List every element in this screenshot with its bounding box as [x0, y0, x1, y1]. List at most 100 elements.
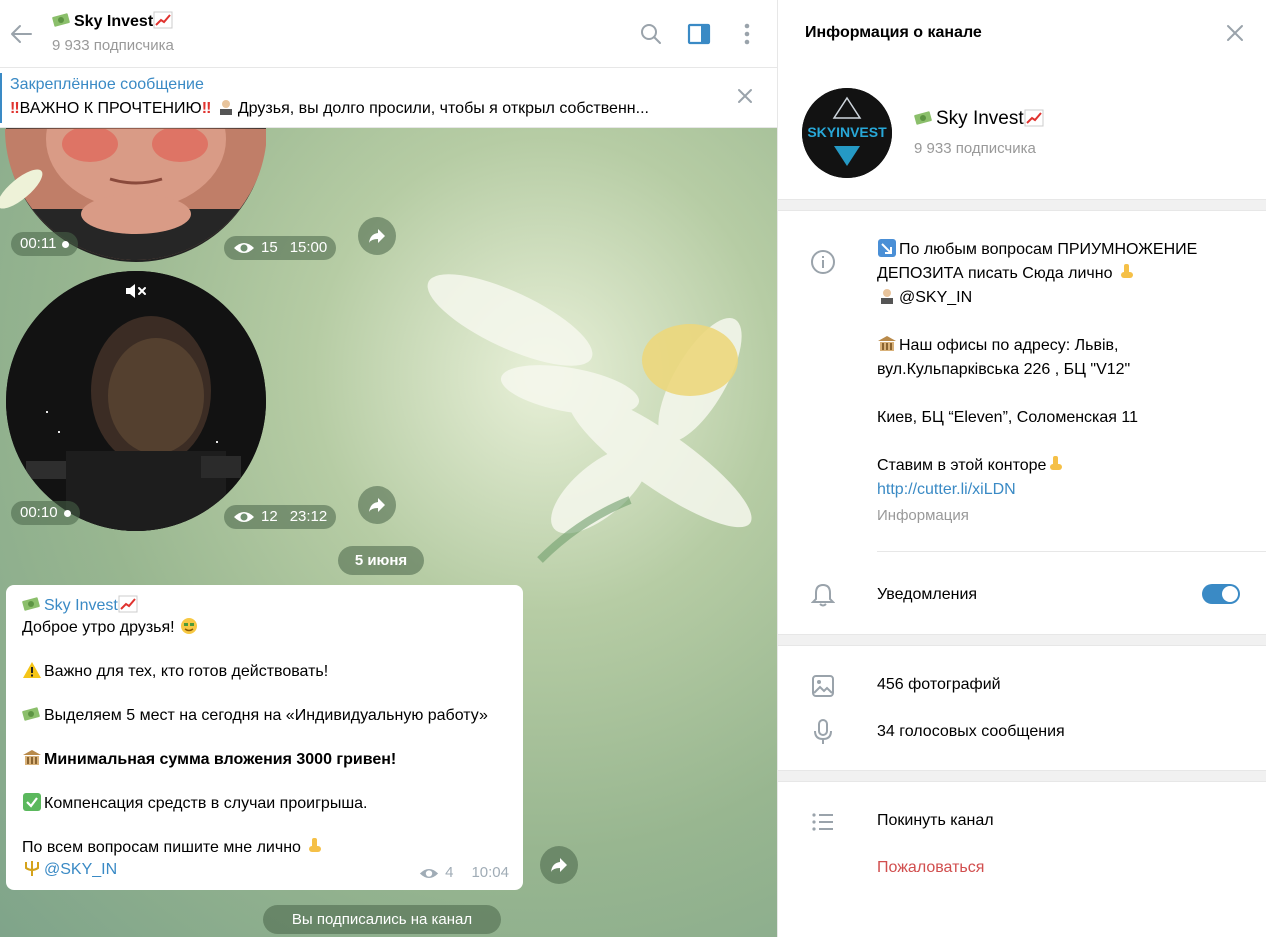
background-flower: [427, 274, 752, 563]
share-button-post[interactable]: [540, 846, 578, 884]
report-button[interactable]: Пожаловаться: [877, 859, 984, 877]
section-divider: [778, 770, 1266, 782]
leave-icon-wrap: [810, 809, 836, 835]
share-button-video-1[interactable]: [358, 217, 396, 255]
post-meta: 4 10:04: [419, 862, 509, 884]
info-header-title: Информация о канале: [805, 24, 982, 41]
video-1-meta: 15 15:00: [224, 236, 337, 260]
channel-post[interactable]: Sky Invest Доброе утро друзья! Важно для…: [6, 585, 523, 890]
description-line: Ставим в этой конторе: [877, 454, 1247, 478]
chat-title[interactable]: Sky Invest: [52, 11, 175, 31]
chart-up-emoji-icon: [153, 11, 173, 29]
close-icon: [1227, 25, 1243, 41]
post-line: Важно для тех, кто готов действовать!: [22, 661, 507, 683]
chart-up-emoji-icon: [118, 595, 138, 613]
money-emoji-icon: [914, 111, 932, 125]
description-line: Киев, БЦ “Eleven”, Соломенская 11: [877, 409, 1139, 426]
info-subscribers: 9 933 подписчика: [914, 140, 1036, 157]
back-arrow-icon: [11, 25, 32, 43]
section-divider: [778, 199, 1266, 211]
notifications-toggle[interactable]: [1202, 584, 1240, 604]
more-menu-button[interactable]: [732, 19, 762, 49]
photo-icon: [812, 675, 834, 697]
post-mention-link[interactable]: @SKY_IN: [44, 861, 117, 878]
back-button[interactable]: [6, 19, 36, 49]
description-mention[interactable]: @SKY_IN: [899, 289, 972, 306]
money-emoji-icon: [52, 13, 70, 27]
post-line: По всем вопросам пишите мне лично: [22, 837, 507, 859]
check-mark-emoji-icon: [23, 793, 41, 811]
pinned-message[interactable]: Закреплённое сообщение ‼ВАЖНО К ПРОЧТЕНИ…: [0, 68, 777, 128]
video-2-duration: 00:10: [11, 501, 80, 525]
person-laptop-emoji-icon: [219, 100, 232, 115]
leave-channel-button[interactable]: Покинуть канал: [877, 812, 994, 830]
chat-pane: Sky Invest 9 933 подписчика Закреплённое…: [0, 0, 777, 937]
description-line: вул.Кульпарківська 226 , БЦ "V12": [877, 361, 1131, 378]
pinned-close-button[interactable]: [734, 85, 756, 112]
description-link[interactable]: http://cutter.li/xiLDN: [877, 478, 1247, 502]
chat-header: Sky Invest 9 933 подписчика: [0, 0, 777, 68]
photos-row[interactable]: 456 фотографий: [877, 676, 1001, 694]
arrow-down-right-emoji-icon: [878, 239, 896, 257]
service-message: Вы подписались на канал: [263, 905, 501, 934]
post-author[interactable]: Sky Invest: [22, 595, 507, 617]
person-laptop-emoji-icon: [881, 289, 893, 304]
chart-up-emoji-icon: [1024, 109, 1044, 127]
description-line: ДЕПОЗИТА писать Сюда лично: [877, 262, 1247, 286]
sidebar-toggle-button[interactable]: [684, 19, 714, 49]
eye-icon: [420, 868, 439, 878]
notifications-label: Уведомления: [877, 586, 978, 603]
point-down-emoji-icon: [309, 838, 322, 852]
search-icon: [641, 24, 661, 44]
money-emoji-icon: [22, 597, 40, 611]
info-channel-name: Sky Invest: [914, 108, 1046, 130]
post-line: Доброе утро друзья!: [22, 617, 507, 639]
more-vert-icon: [744, 23, 750, 45]
description-line: Наш офисы по адресу: Львів,: [877, 334, 1247, 358]
eye-icon: [234, 243, 254, 253]
voices-icon-wrap: [810, 719, 836, 745]
search-button[interactable]: [636, 19, 666, 49]
section-divider: [778, 634, 1266, 646]
point-down-emoji-icon: [1120, 264, 1133, 278]
description-line: @SKY_IN: [877, 286, 1247, 310]
channel-description: По любым вопросам ПРИУМНОЖЕНИЕ ДЕПОЗИТА …: [877, 238, 1247, 528]
sidebar-toggle-icon: [687, 23, 711, 45]
mute-icon: [126, 284, 146, 298]
round-video-message-2[interactable]: [6, 271, 266, 531]
eye-icon: [234, 512, 254, 522]
pinned-accent-bar: [0, 73, 2, 123]
description-line: По любым вопросам ПРИУМНОЖЕНИЕ: [877, 238, 1247, 262]
bank-emoji-icon: [878, 336, 896, 351]
info-close-button[interactable]: [1221, 19, 1249, 47]
trident-emoji-icon: [25, 861, 39, 876]
share-icon: [551, 858, 567, 872]
channel-info-pane: Информация о канале SKYINVEST Sky Invest…: [777, 0, 1266, 937]
share-icon: [369, 229, 385, 243]
post-line: Выделяем 5 мест на сегодня на «Индивидуа…: [22, 705, 507, 727]
point-down-emoji-icon: [1050, 456, 1063, 470]
pinned-title: Закреплённое сообщение: [10, 76, 204, 93]
close-icon: [738, 89, 752, 103]
mic-icon: [814, 719, 832, 744]
pinned-text: ‼ВАЖНО К ПРОЧТЕНИЮ‼ Друзья, вы долго про…: [10, 100, 649, 117]
description-caption: Информация: [877, 507, 969, 524]
chat-subscribers: 9 933 подписчика: [52, 37, 174, 54]
share-button-video-2[interactable]: [358, 486, 396, 524]
mute-indicator: [124, 281, 148, 306]
share-icon: [369, 498, 385, 512]
money-face-emoji-icon: [181, 618, 198, 634]
post-line: Минимальная сумма вложения 3000 гривен!: [22, 749, 507, 771]
notifications-icon-wrap: [810, 582, 836, 608]
description-info-icon-wrap: [810, 249, 836, 275]
video-2-meta: 12 23:12: [224, 505, 337, 529]
row-divider: [877, 551, 1266, 552]
channel-avatar[interactable]: SKYINVEST: [802, 88, 892, 178]
photos-icon-wrap: [810, 673, 836, 699]
date-separator: 5 июня: [338, 546, 424, 575]
info-icon: [811, 250, 835, 274]
warning-emoji-icon: [23, 662, 41, 678]
list-icon: [812, 813, 833, 831]
voices-row[interactable]: 34 голосовых сообщения: [877, 723, 1065, 741]
post-line: Компенсация средств в случаи проигрыша.: [22, 793, 507, 815]
